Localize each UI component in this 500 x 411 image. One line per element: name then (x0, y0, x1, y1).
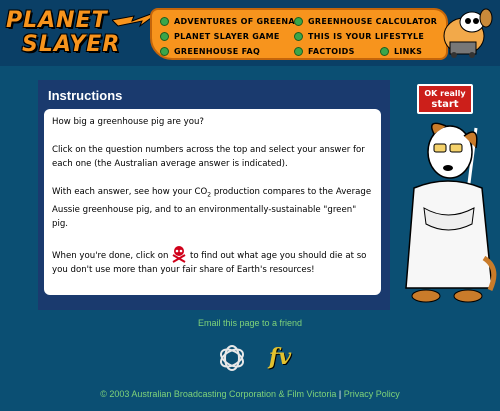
green-dot-icon (160, 31, 169, 41)
cartoon-dog-mascot-icon (443, 8, 493, 58)
nav-greenhouse-calculator[interactable]: GREENHOUSE CALCULATOR (294, 14, 437, 28)
nav-label: GREENHOUSE CALCULATOR (308, 16, 438, 26)
ok-really-start-button[interactable]: OK really start (417, 84, 473, 114)
instructions-panel: Instructions How big a greenhouse pig ar… (38, 80, 390, 310)
instructions-body: How big a greenhouse pig are you? Click … (44, 109, 381, 295)
skull-crossbones-icon (172, 245, 186, 263)
footer-separator: | (338, 389, 342, 399)
instructions-question: How big a greenhouse pig are you? (52, 117, 204, 127)
instructions-step-finish: When you're done, click on to find out w… (52, 245, 373, 277)
nav-links[interactable]: LINKS (380, 44, 422, 58)
green-dot-icon (160, 16, 169, 26)
instructions-title: Instructions (48, 88, 123, 103)
logo-line1: PLANET (6, 8, 108, 33)
site-header: PLANET SLAYER ADVENTURES OF GREENA GREEN… (0, 0, 500, 66)
planet-slayer-logo[interactable]: PLANET SLAYER (2, 4, 162, 60)
nav-label: PLANET SLAYER GAME (174, 31, 280, 41)
green-dot-icon (294, 31, 303, 41)
film-victoria-logo[interactable]: fv (260, 342, 300, 372)
nav-greenhouse-faq[interactable]: GREENHOUSE FAQ (160, 44, 260, 58)
nav-factoids[interactable]: FACTOIDS (294, 44, 355, 58)
nav-adventures-of-greena[interactable]: ADVENTURES OF GREENA (160, 14, 295, 28)
abc-logo[interactable] (210, 344, 254, 372)
nav-label: THIS IS YOUR LIFESTYLE (308, 31, 425, 41)
green-dot-icon (380, 46, 389, 56)
nav-this-is-your-lifestyle[interactable]: THIS IS YOUR LIFESTYLE (294, 29, 424, 43)
instructions-step-compare: With each answer, see how your CO2 produ… (52, 185, 373, 231)
privacy-policy-link[interactable]: Privacy Policy (344, 389, 400, 399)
email-page-link[interactable]: Email this page to a friend (0, 318, 500, 328)
text: When you're done, click on (52, 250, 172, 261)
scientist-dog-illustration (405, 122, 497, 303)
nav-label: FACTOIDS (308, 46, 355, 56)
green-dot-icon (160, 46, 169, 56)
nav-label: GREENHOUSE FAQ (174, 46, 261, 56)
logo-line2: SLAYER (22, 32, 121, 57)
instructions-step-select: Click on the question numbers across the… (52, 145, 365, 169)
site-footer: © 2003 Australian Broadcasting Corporati… (0, 389, 500, 399)
green-dot-icon (294, 16, 303, 26)
nav-planet-slayer-game[interactable]: PLANET SLAYER GAME (160, 29, 280, 43)
text: With each answer, see how your CO (52, 187, 208, 197)
start-button-line1: OK really (424, 89, 466, 98)
green-dot-icon (294, 46, 303, 56)
start-button-line2: start (431, 99, 459, 110)
nav-label: LINKS (394, 46, 423, 56)
nav-label: ADVENTURES OF GREENA (174, 16, 295, 26)
main-nav: ADVENTURES OF GREENA GREENHOUSE CALCULAT… (150, 8, 448, 60)
copyright-text: © 2003 Australian Broadcasting Corporati… (100, 389, 337, 399)
